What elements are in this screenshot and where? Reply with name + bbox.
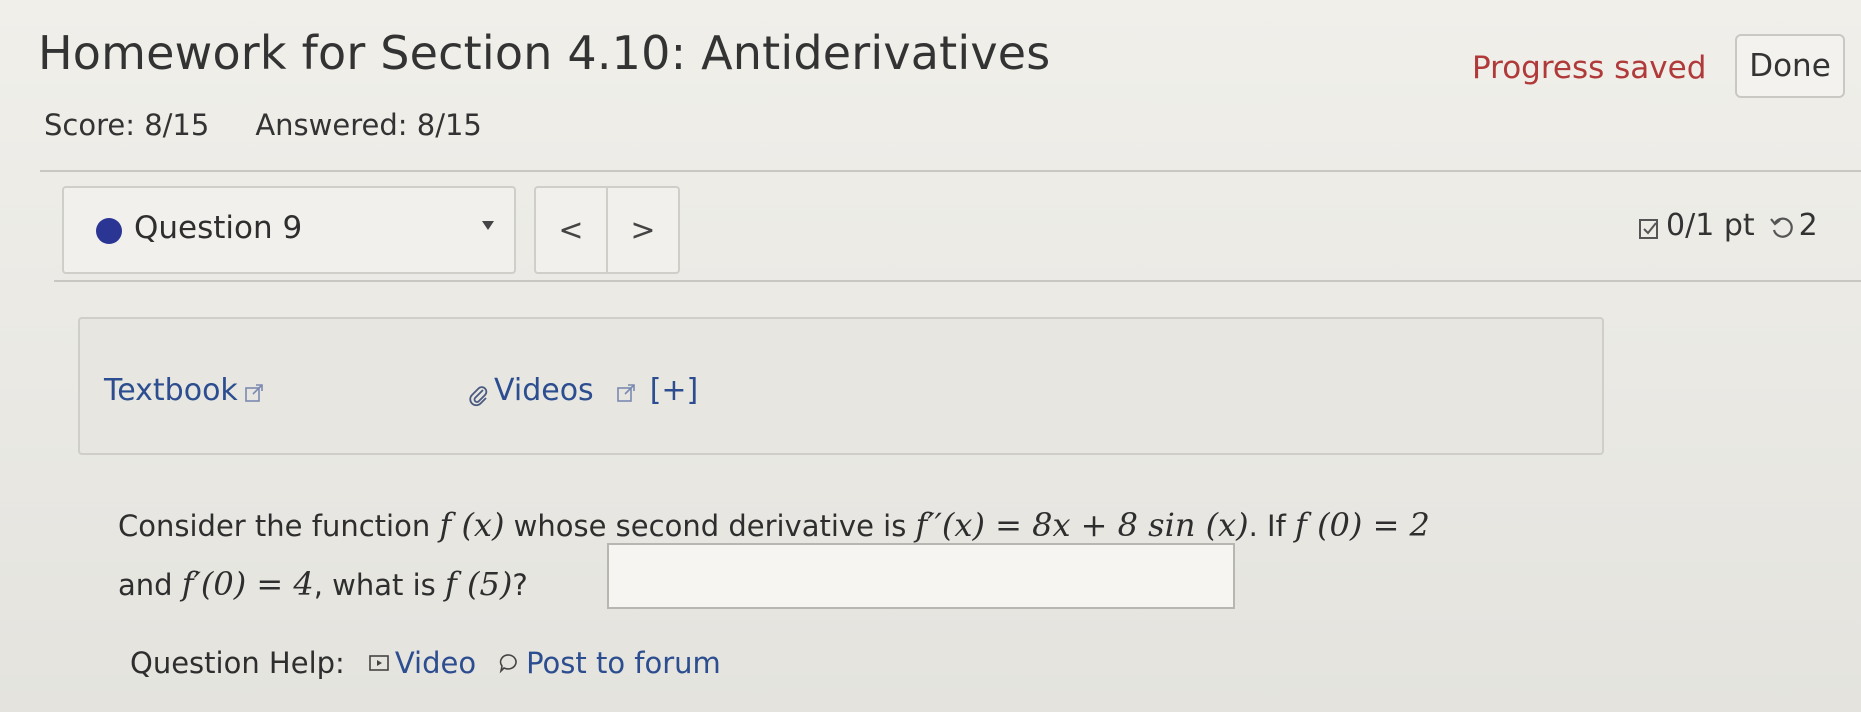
chat-bubble-icon — [499, 654, 517, 674]
prev-question-button[interactable]: < — [536, 188, 608, 272]
post-to-forum-link[interactable]: Post to forum — [498, 646, 721, 680]
answer-input[interactable] — [607, 543, 1235, 609]
divider — [40, 170, 1861, 172]
score-text: Score: 8/15 — [44, 108, 210, 142]
help-video-link[interactable]: Video — [369, 646, 476, 680]
chevron-down-icon — [482, 221, 494, 230]
question-select[interactable]: Question 9 — [62, 186, 516, 274]
math-fx: f (x) — [439, 506, 505, 544]
points-text: 0/1 pt — [1666, 208, 1755, 243]
textbook-link[interactable]: Textbook — [104, 373, 264, 408]
question-select-label: Question 9 — [134, 210, 303, 246]
paperclip-icon — [468, 380, 490, 406]
expand-videos-toggle[interactable]: [+] — [650, 373, 699, 408]
checkbox-icon — [1638, 214, 1660, 239]
answered-text: Answered: 8/15 — [255, 108, 482, 142]
question-status-dot — [96, 218, 122, 244]
math-second-derivative: f′′(x) = 8x + 8 sin (x) — [915, 506, 1249, 544]
resources-panel: Textbook Videos [+] — [78, 317, 1604, 455]
play-icon — [369, 655, 389, 671]
score-summary: Score: 8/15 Answered: 8/15 — [44, 108, 482, 142]
attempts-count: 2 — [1798, 208, 1818, 243]
points-display: 0/1 pt 2 — [1638, 208, 1818, 243]
textbook-label: Textbook — [104, 373, 238, 408]
videos-label: Videos — [494, 373, 594, 408]
progress-status: Progress saved — [1472, 50, 1707, 86]
question-nav-group: < > — [534, 186, 680, 274]
math-fp0: f′(0) = 4 — [181, 565, 314, 603]
question-help: Question Help: Video Post to forum — [130, 646, 721, 680]
retry-icon[interactable] — [1769, 213, 1795, 239]
homework-page: Homework for Section 4.10: Antiderivativ… — [0, 0, 1861, 712]
videos-link[interactable]: Videos [+] — [468, 373, 698, 408]
external-link-icon — [244, 376, 264, 402]
external-link-icon — [616, 376, 636, 402]
divider — [54, 280, 1861, 282]
next-question-button[interactable]: > — [608, 188, 678, 272]
done-button[interactable]: Done — [1735, 34, 1845, 98]
page-title: Homework for Section 4.10: Antiderivativ… — [38, 26, 1051, 80]
math-f0: f (0) = 2 — [1295, 506, 1430, 544]
math-f5: f (5) — [445, 565, 513, 603]
question-help-label: Question Help: — [130, 646, 345, 680]
